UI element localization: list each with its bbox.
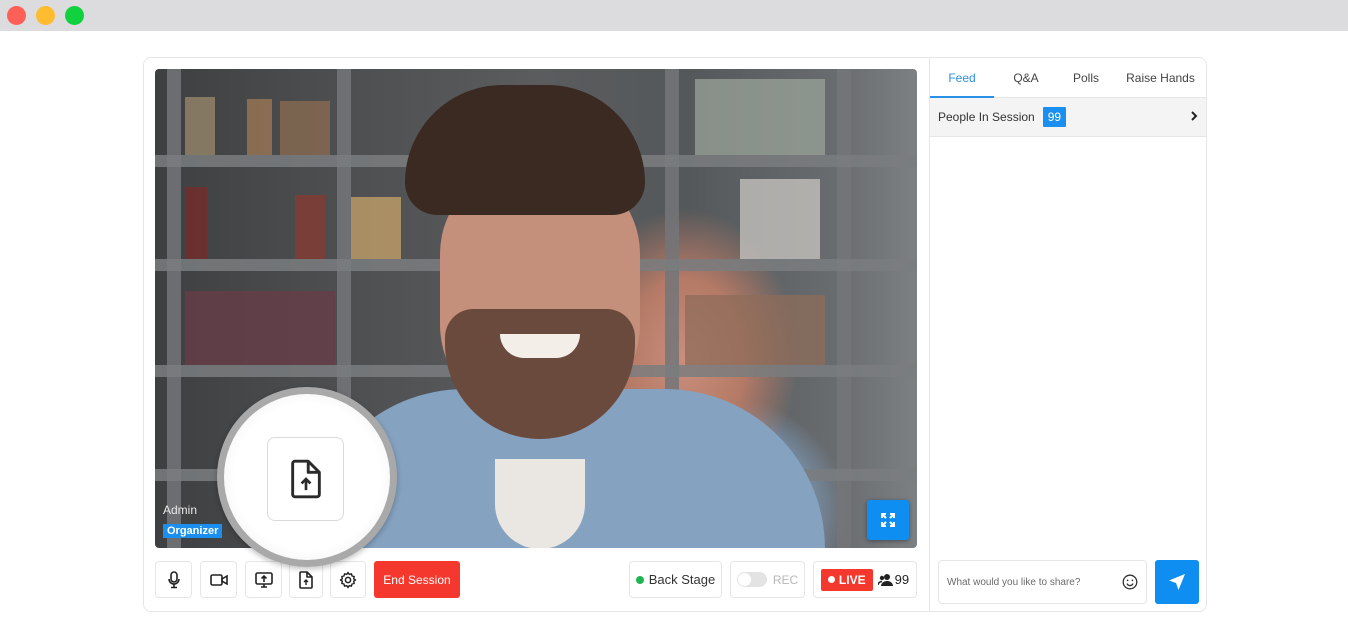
live-label: LIVE	[838, 572, 866, 587]
microphone-button[interactable]	[155, 561, 192, 598]
live-status: LIVE 99	[813, 561, 917, 598]
screen-share-icon	[254, 571, 273, 588]
emoji-icon[interactable]	[1122, 574, 1138, 590]
back-stage-label: Back Stage	[648, 572, 716, 587]
window-minimize-button[interactable]	[36, 6, 55, 25]
window-titlebar	[0, 0, 1348, 31]
people-in-session-row[interactable]: People In Session 99	[930, 98, 1206, 137]
live-badge[interactable]: LIVE	[820, 568, 873, 591]
person-hair	[405, 85, 645, 215]
window-close-button[interactable]	[7, 6, 26, 25]
send-icon	[1169, 574, 1185, 590]
book	[695, 79, 825, 155]
file-upload-icon	[299, 570, 313, 589]
book	[685, 295, 825, 365]
people-count-badge: 99	[1042, 107, 1067, 127]
end-session-button[interactable]: End Session	[374, 561, 460, 598]
expand-arrows-icon	[881, 513, 895, 527]
camera-button[interactable]	[200, 561, 237, 598]
book	[247, 99, 272, 155]
rec-label: REC	[772, 572, 799, 587]
sidebar-panel: Feed Q&A Polls Raise Hands People In Ses…	[929, 58, 1207, 611]
rec-switch[interactable]	[736, 572, 767, 587]
share-screen-button[interactable]	[245, 561, 282, 598]
status-dot	[635, 575, 644, 584]
settings-button[interactable]	[330, 561, 366, 598]
book	[185, 97, 215, 155]
fullscreen-button[interactable]	[867, 500, 909, 540]
tab-raise-hands[interactable]: Raise Hands	[1114, 58, 1207, 97]
highlighted-upload-file-button[interactable]	[267, 437, 344, 521]
book	[740, 179, 820, 259]
chat-input[interactable]	[947, 576, 1117, 588]
book	[185, 291, 335, 365]
people-label: People In Session	[938, 110, 1035, 124]
window-maximize-button[interactable]	[65, 6, 84, 25]
back-stage-button[interactable]: Back Stage	[629, 561, 722, 598]
microphone-icon	[167, 570, 180, 588]
tab-feed[interactable]: Feed	[930, 58, 994, 98]
users-icon	[877, 573, 893, 586]
participant-name: Admin	[163, 503, 198, 517]
book	[280, 101, 330, 155]
gear-icon	[339, 571, 357, 588]
chat-input-box	[938, 560, 1147, 604]
book	[185, 187, 207, 259]
file-upload-icon	[290, 459, 321, 499]
tab-polls[interactable]: Polls	[1058, 58, 1114, 97]
person-smile	[500, 334, 580, 358]
tab-qa[interactable]: Q&A	[994, 58, 1058, 97]
viewer-count-value: 99	[894, 572, 910, 587]
live-dot-icon	[827, 576, 835, 583]
viewer-count: 99	[877, 572, 910, 587]
role-badge: Organizer	[163, 524, 223, 538]
book	[295, 195, 325, 259]
chevron-right-icon[interactable]	[1190, 110, 1198, 122]
video-camera-icon	[209, 573, 228, 586]
sidebar-tabs: Feed Q&A Polls Raise Hands	[930, 58, 1207, 98]
person-collar	[495, 459, 585, 548]
send-button[interactable]	[1155, 560, 1199, 604]
book	[351, 197, 401, 259]
record-toggle[interactable]: REC	[730, 561, 805, 598]
